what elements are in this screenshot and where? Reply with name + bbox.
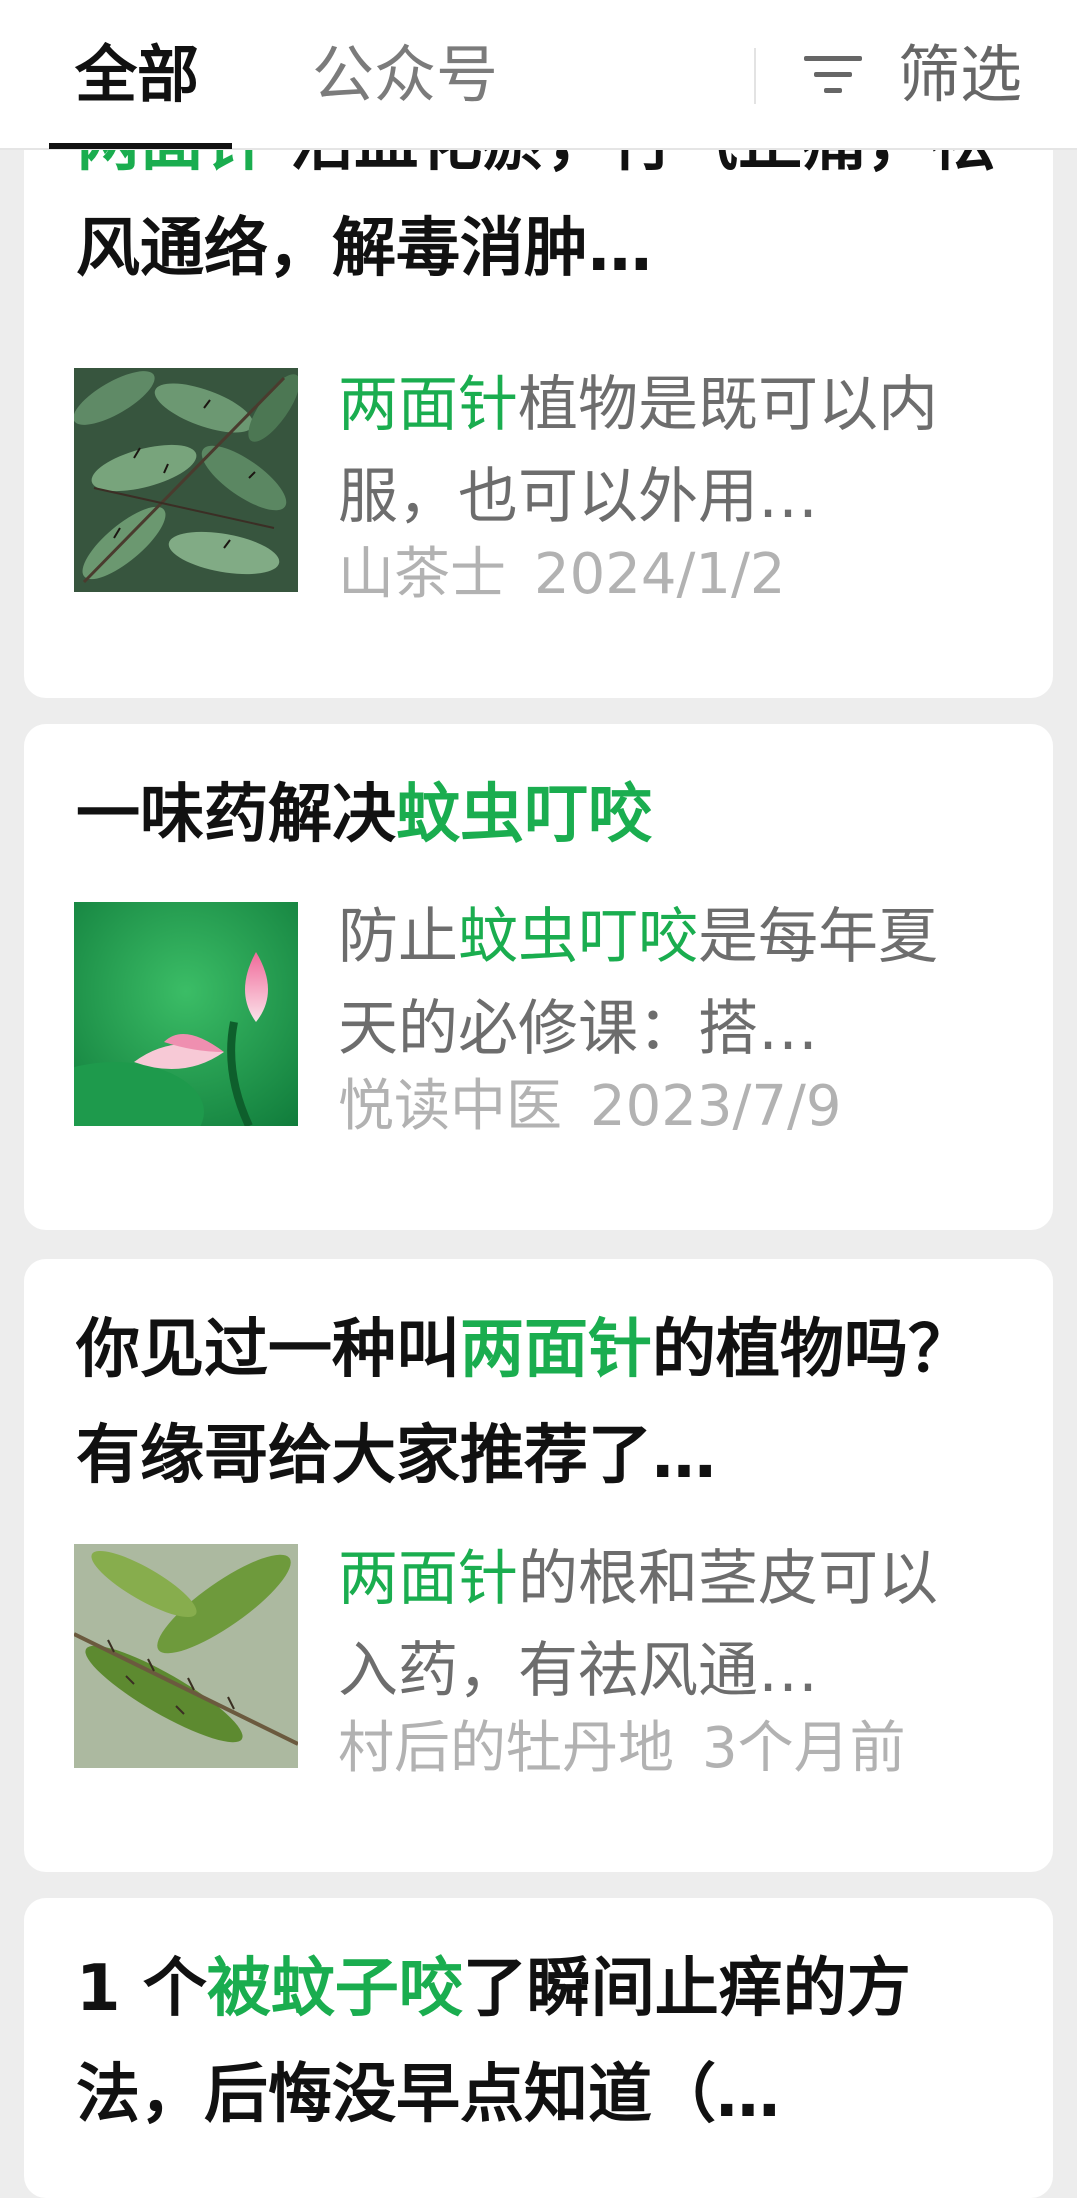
- tab-divider: [754, 48, 756, 104]
- result-meta: 村后的牡丹地 3个月前: [338, 1714, 906, 1784]
- result-title[interactable]: 1 个被蚊子咬了瞬间止痒的方法，后悔没早点知道（…: [76, 1936, 1006, 2148]
- text-run: 1 个: [76, 1952, 207, 2026]
- result-date: 3个月前: [702, 1716, 906, 1781]
- result-snippet: 防止蚊虫叮咬是每年夏天的必修课：搭…: [338, 891, 978, 1075]
- result-source: 村后的牡丹地: [338, 1716, 674, 1781]
- highlighted-keyword: 蚊虫叮咬: [396, 778, 652, 852]
- text-run: 一味药解决: [76, 778, 396, 852]
- highlighted-keyword: 被蚊子咬: [206, 1952, 463, 2026]
- highlighted-keyword: 两面针: [338, 370, 518, 440]
- highlighted-keyword: 两面针: [460, 1313, 652, 1387]
- result-thumbnail: [74, 1544, 298, 1768]
- text-run: 你见过一种叫: [76, 1313, 460, 1387]
- thorny-leaves-image: [74, 368, 298, 592]
- text-run: 防止: [338, 902, 458, 972]
- tab-official-accounts[interactable]: 公众号: [312, 36, 498, 114]
- result-date: 2024/1/2: [534, 542, 786, 607]
- result-source: 悦读中医: [338, 1074, 562, 1139]
- result-date: 2023/7/9: [590, 1074, 842, 1139]
- result-snippet: 两面针的根和茎皮可以入药，有祛风通…: [338, 1533, 978, 1717]
- result-title[interactable]: 一味药解决蚊虫叮咬: [76, 762, 1006, 868]
- result-meta: 悦读中医 2023/7/9: [338, 1072, 842, 1142]
- filter-icon: [804, 50, 862, 100]
- search-result-card[interactable]: 你见过一种叫两面针的植物吗？有缘哥给大家推荐了… 两面针的根和茎皮可以入药，有祛…: [24, 1259, 1053, 1872]
- highlighted-keyword: 两面针: [338, 1544, 518, 1614]
- filter-label: 筛选: [898, 38, 1023, 111]
- search-result-card[interactable]: 1 个被蚊子咬了瞬间止痒的方法，后悔没早点知道（…: [24, 1898, 1053, 2198]
- result-source: 山茶士: [338, 542, 506, 607]
- filter-button[interactable]: 筛选: [804, 36, 1022, 114]
- highlighted-keyword: 蚊虫叮咬: [458, 902, 698, 972]
- lotus-bud-image: [74, 902, 298, 1126]
- result-title[interactable]: 你见过一种叫两面针的植物吗？有缘哥给大家推荐了…: [76, 1297, 1006, 1509]
- search-filter-bar: 全部 公众号 筛选: [0, 0, 1077, 150]
- result-thumbnail: [74, 368, 298, 592]
- result-thumbnail: [74, 902, 298, 1126]
- tab-all[interactable]: 全部: [75, 36, 199, 114]
- active-tab-indicator: [49, 143, 232, 149]
- spiny-plant-image: [74, 1544, 298, 1768]
- result-meta: 山茶士 2024/1/2: [338, 540, 786, 610]
- search-result-card[interactable]: 一味药解决蚊虫叮咬 防止蚊虫叮咬是每年夏天的必修课：搭… 悦读中医2023/7: [24, 724, 1053, 1230]
- result-snippet: 两面针植物是既可以内服，也可以外用…: [338, 359, 978, 543]
